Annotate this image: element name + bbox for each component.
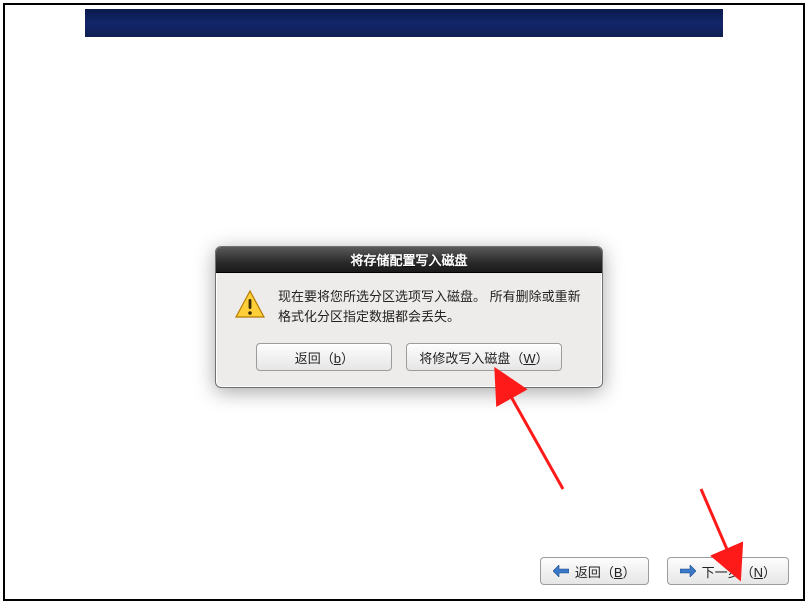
button-label: 返回（b） [295, 348, 354, 367]
wizard-nav-bar: 返回（B） 下一步（N） [540, 557, 789, 585]
top-banner [85, 9, 723, 37]
dialog-button-row: 返回（b） 将修改写入磁盘（W） [234, 343, 584, 371]
dialog-message: 现在要将您所选分区选项写入磁盘。 所有删除或重新格式化分区指定数据都会丢失。 [278, 287, 584, 327]
wizard-next-button[interactable]: 下一步（N） [667, 557, 789, 585]
wizard-back-button[interactable]: 返回（B） [540, 557, 649, 585]
installer-window: 将存储配置写入磁盘 现在要将您所选分区选项写入磁盘。 所有删除或重新格式化分区指… [3, 3, 805, 601]
arrow-right-icon [680, 565, 696, 577]
arrow-left-icon [553, 565, 569, 577]
button-label: 将修改写入磁盘（W） [419, 348, 548, 367]
dialog-title: 将存储配置写入磁盘 [350, 250, 467, 269]
annotation-arrow-to-next [701, 489, 729, 554]
dialog-write-button[interactable]: 将修改写入磁盘（W） [406, 343, 561, 371]
dialog-body: 现在要将您所选分区选项写入磁盘。 所有删除或重新格式化分区指定数据都会丢失。 返… [216, 273, 602, 387]
warning-icon [234, 289, 266, 321]
dialog-message-row: 现在要将您所选分区选项写入磁盘。 所有删除或重新格式化分区指定数据都会丢失。 [234, 287, 584, 327]
button-label: 返回（B） [575, 562, 636, 581]
dialog-back-button[interactable]: 返回（b） [256, 343, 392, 371]
annotation-arrow-to-write [509, 393, 563, 489]
button-label: 下一步（N） [702, 562, 776, 581]
dialog-titlebar: 将存储配置写入磁盘 [216, 247, 602, 273]
write-storage-dialog: 将存储配置写入磁盘 现在要将您所选分区选项写入磁盘。 所有删除或重新格式化分区指… [215, 246, 603, 388]
